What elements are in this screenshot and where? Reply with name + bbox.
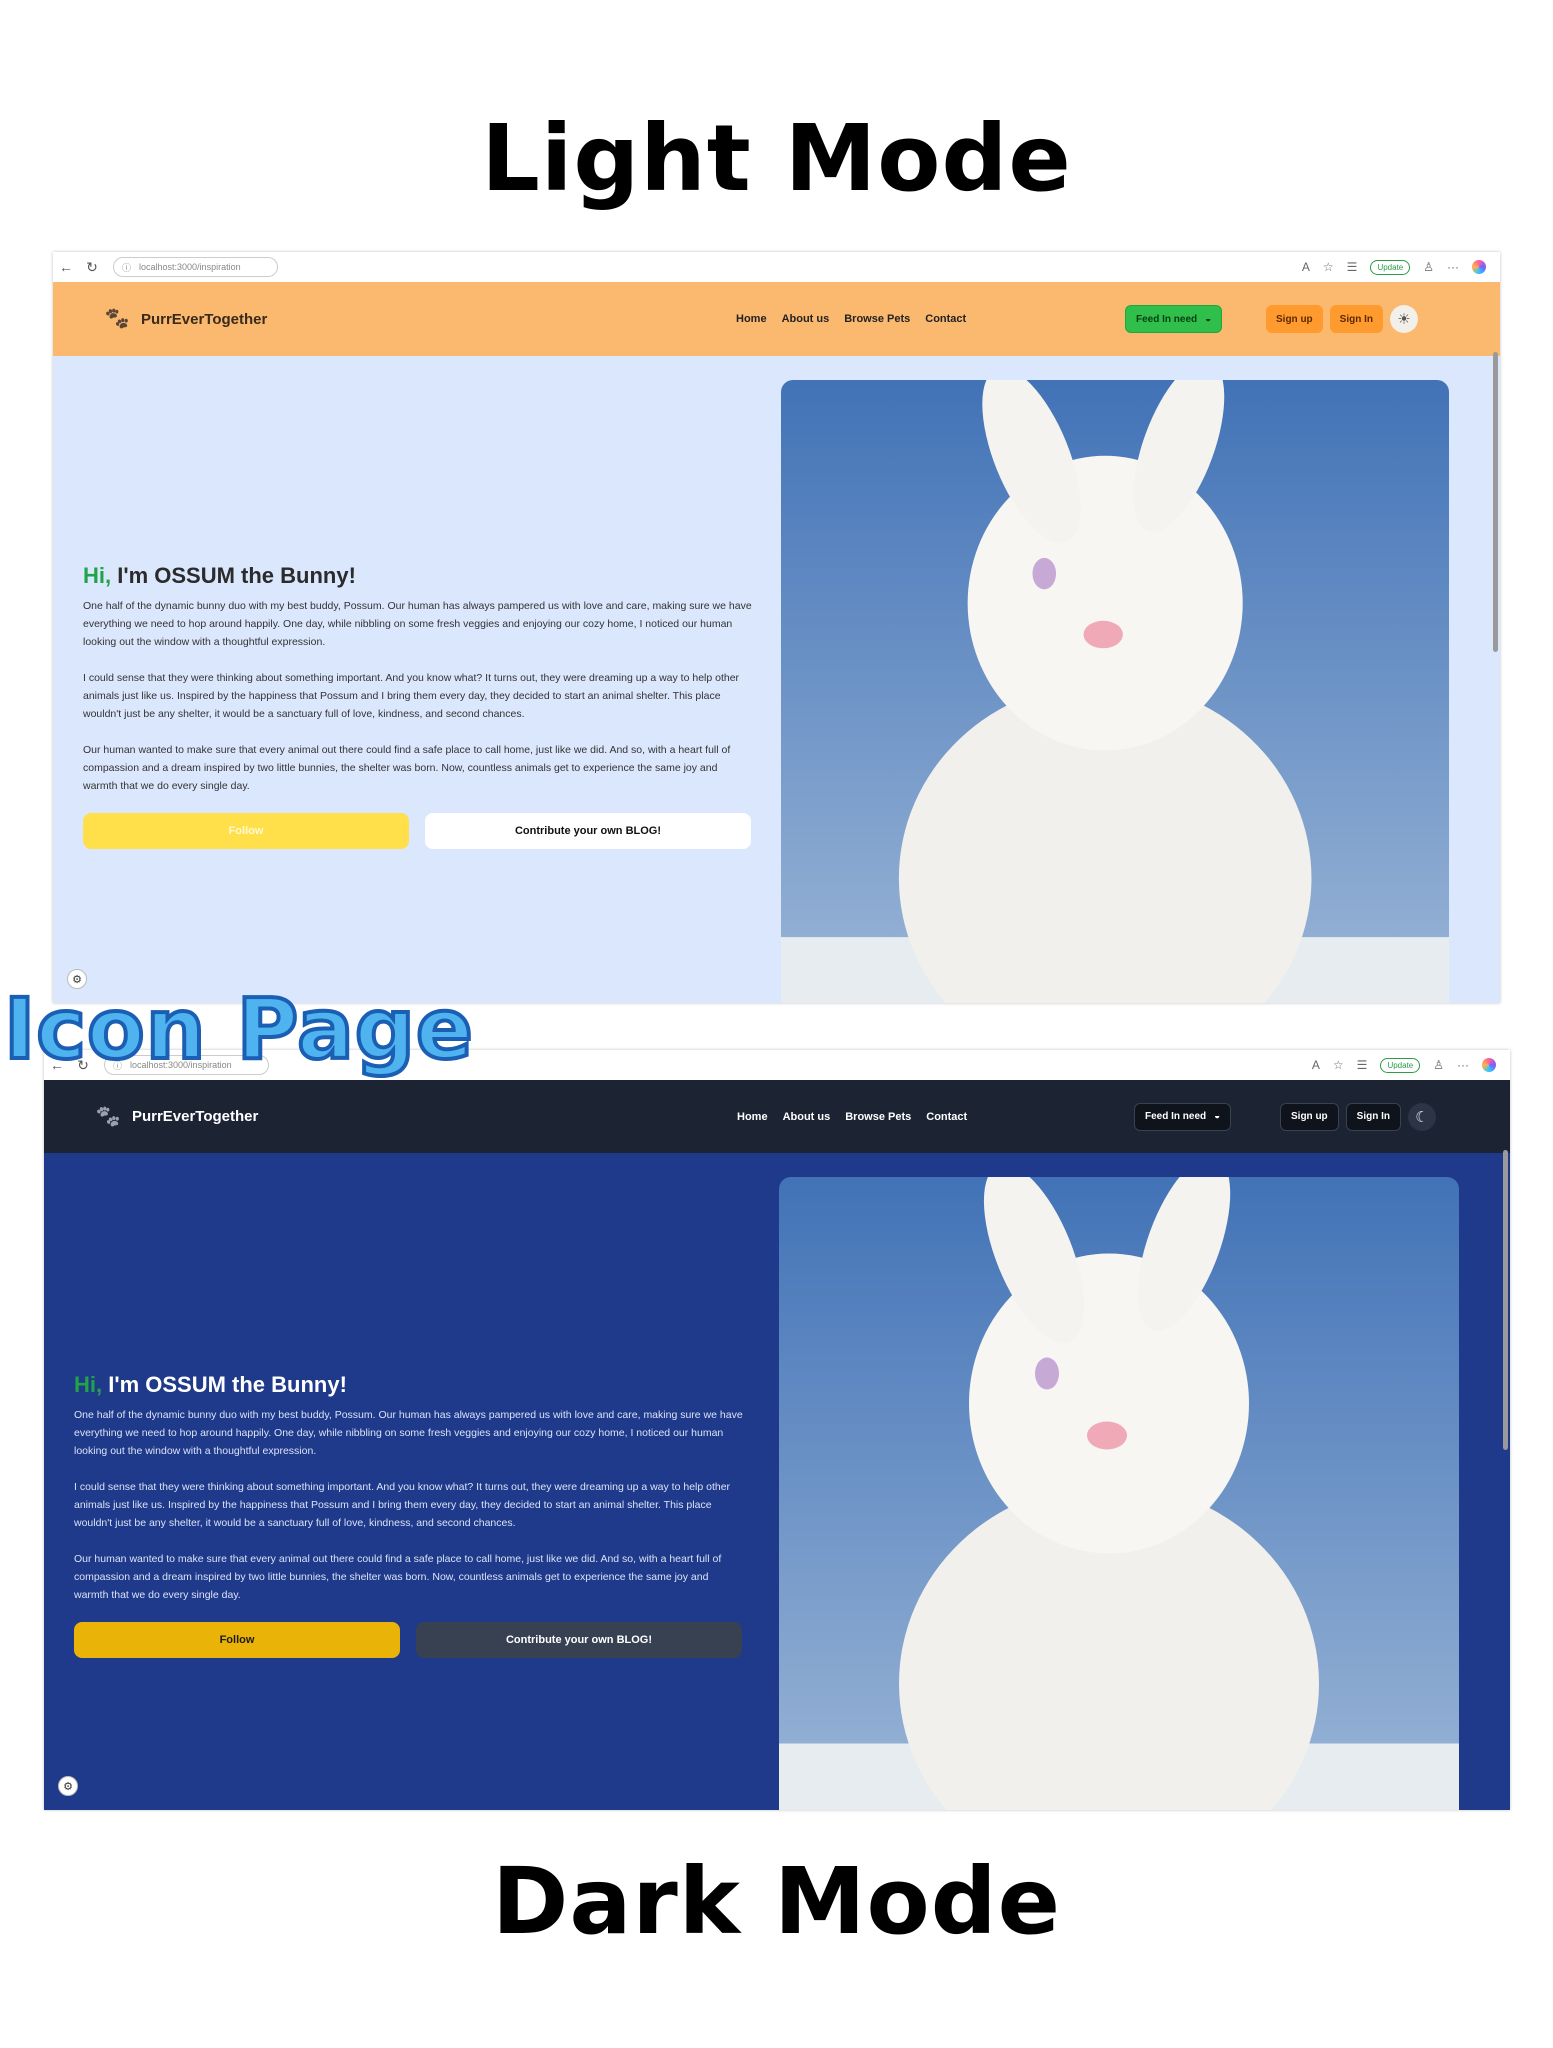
nav-link-about[interactable]: About us <box>782 313 830 325</box>
bunny-photo <box>781 380 1449 1003</box>
back-arrow-icon[interactable]: ← <box>53 259 79 275</box>
sign-up-button[interactable]: Sign up <box>1280 1102 1339 1131</box>
nav-link-browse-pets[interactable]: Browse Pets <box>845 1111 911 1123</box>
contribute-blog-button[interactable]: Contribute your own BLOG! <box>416 1622 742 1658</box>
sign-in-button[interactable]: Sign In <box>1345 1102 1402 1131</box>
feed-in-need-label: Feed In need <box>1145 1111 1207 1122</box>
sign-in-button[interactable]: Sign In <box>1329 305 1384 333</box>
favorites-icon[interactable]: ☰ <box>1357 1058 1368 1072</box>
more-icon[interactable]: ··· <box>1457 1058 1469 1072</box>
settings-badge-icon[interactable]: ⚙ <box>58 1776 78 1796</box>
update-button[interactable]: Update <box>1380 1057 1421 1073</box>
brand-logo[interactable]: 🐾︎ PurrEverTogether <box>103 306 267 332</box>
hero-paragraph-2: I could sense that they were thinking ab… <box>83 672 740 720</box>
favorites-icon[interactable]: ☰ <box>1347 260 1358 274</box>
nav-link-home[interactable]: Home <box>736 313 767 325</box>
hero-content: Hi, I'm OSSUM the Bunny! One half of the… <box>74 1372 744 1658</box>
url-text: localhost:3000/inspiration <box>139 262 241 272</box>
website: 🐾︎ PurrEverTogether Home About us Browse… <box>53 282 1500 1003</box>
hero-title: Hi, I'm OSSUM the Bunny! <box>74 1372 744 1398</box>
more-icon[interactable]: ··· <box>1447 260 1459 274</box>
hero-paragraph-1: One half of the dynamic bunny duo with m… <box>74 1409 743 1457</box>
follow-button[interactable]: Follow <box>83 813 409 849</box>
hero-buttons: Follow Contribute your own BLOG! <box>74 1622 744 1658</box>
profile-icon[interactable]: ♙ <box>1433 1058 1444 1072</box>
hero-greeting: Hi, <box>83 563 112 588</box>
refresh-icon[interactable]: ↻ <box>79 259 105 276</box>
site-navbar: 🐾︎ PurrEverTogether Home About us Browse… <box>53 282 1500 356</box>
copilot-icon[interactable] <box>1472 260 1486 274</box>
scrollbar[interactable] <box>1503 1150 1508 1450</box>
paw-icon: 🐾︎ <box>94 1103 122 1129</box>
nav-link-browse-pets[interactable]: Browse Pets <box>844 313 910 325</box>
hero-buttons: Follow Contribute your own BLOG! <box>83 813 753 849</box>
update-button[interactable]: Update <box>1370 259 1411 275</box>
read-aloud-icon[interactable]: A <box>1302 260 1310 274</box>
nav-link-home[interactable]: Home <box>737 1111 768 1123</box>
nav-links: Home About us Browse Pets Contact <box>737 1111 967 1123</box>
light-mode-screenshot: ← ↻ ⓘ localhost:3000/inspiration A ☆ ☰ U… <box>53 252 1500 1003</box>
hero-title-text: I'm OSSUM the Bunny! <box>102 1372 347 1397</box>
site-navbar: 🐾︎ PurrEverTogether Home About us Browse… <box>44 1080 1510 1153</box>
light-mode-heading: Light Mode <box>481 105 1072 212</box>
browser-toolbar: ← ↻ ⓘ localhost:3000/inspiration A ☆ ☰ U… <box>53 252 1500 282</box>
hero-paragraph-3: Our human wanted to make sure that every… <box>83 744 731 792</box>
dark-mode-screenshot: ← ↻ ⓘ localhost:3000/inspiration A ☆ ☰ U… <box>44 1050 1510 1810</box>
main-section: Hi, I'm OSSUM the Bunny! One half of the… <box>44 1153 1510 1810</box>
bunny-image <box>779 1177 1459 1810</box>
bunny-photo <box>779 1177 1459 1810</box>
copilot-icon[interactable] <box>1482 1058 1496 1072</box>
brand-name: PurrEverTogether <box>140 310 268 328</box>
hero-title-text: I'm OSSUM the Bunny! <box>111 563 356 588</box>
profile-icon[interactable]: ♙ <box>1423 260 1434 274</box>
sign-up-button[interactable]: Sign up <box>1266 305 1323 333</box>
follow-button[interactable]: Follow <box>74 1622 400 1658</box>
brand-name: PurrEverTogether <box>131 1108 259 1125</box>
bowl-icon: ◒ <box>1214 1111 1221 1122</box>
icon-page-label: Icon Page <box>2 978 475 1080</box>
brand-logo[interactable]: 🐾︎ PurrEverTogether <box>94 1104 258 1130</box>
nav-link-contact[interactable]: Contact <box>926 1111 967 1123</box>
auth-controls: Sign up Sign In ☀ <box>1266 305 1419 333</box>
address-bar[interactable]: ⓘ localhost:3000/inspiration <box>113 257 278 277</box>
paw-icon: 🐾︎ <box>103 306 131 331</box>
feed-in-need-label: Feed In need <box>1136 313 1198 325</box>
star-icon[interactable]: ☆ <box>1323 260 1334 274</box>
hero-greeting: Hi, <box>74 1372 103 1397</box>
hero-title: Hi, I'm OSSUM the Bunny! <box>83 563 753 589</box>
main-section: Hi, I'm OSSUM the Bunny! One half of the… <box>53 356 1500 1003</box>
moon-icon[interactable]: ☾ <box>1408 1102 1437 1131</box>
nav-links: Home About us Browse Pets Contact <box>736 313 966 325</box>
scrollbar[interactable] <box>1493 352 1498 652</box>
star-icon[interactable]: ☆ <box>1333 1058 1344 1072</box>
nav-link-contact[interactable]: Contact <box>925 313 966 325</box>
bunny-image <box>781 380 1449 1003</box>
feed-in-need-button[interactable]: Feed In need ◒ <box>1125 305 1223 333</box>
website: 🐾︎ PurrEverTogether Home About us Browse… <box>44 1080 1510 1810</box>
hero-paragraph-1: One half of the dynamic bunny duo with m… <box>83 600 752 648</box>
bowl-icon: ◒ <box>1205 313 1212 325</box>
read-aloud-icon[interactable]: A <box>1312 1058 1320 1072</box>
hero-content: Hi, I'm OSSUM the Bunny! One half of the… <box>83 563 753 849</box>
hero-paragraph-2: I could sense that they were thinking ab… <box>74 1481 731 1529</box>
info-icon: ⓘ <box>122 262 132 273</box>
auth-controls: Sign up Sign In ☾ <box>1280 1102 1437 1131</box>
nav-link-about[interactable]: About us <box>783 1111 831 1123</box>
sun-icon[interactable]: ☀ <box>1390 305 1419 333</box>
contribute-blog-button[interactable]: Contribute your own BLOG! <box>425 813 751 849</box>
hero-paragraph-3: Our human wanted to make sure that every… <box>74 1553 722 1601</box>
dark-mode-heading: Dark Mode <box>491 1848 1062 1955</box>
feed-in-need-button[interactable]: Feed In need ◒ <box>1134 1102 1232 1131</box>
